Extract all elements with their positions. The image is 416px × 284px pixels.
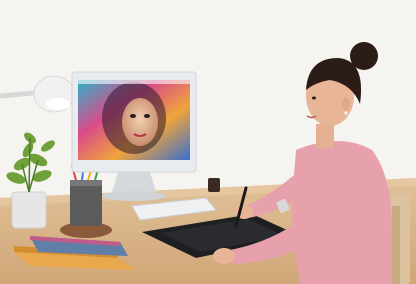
small-cup (208, 178, 220, 192)
photo-scene (0, 0, 416, 284)
hair-bun (350, 42, 378, 70)
